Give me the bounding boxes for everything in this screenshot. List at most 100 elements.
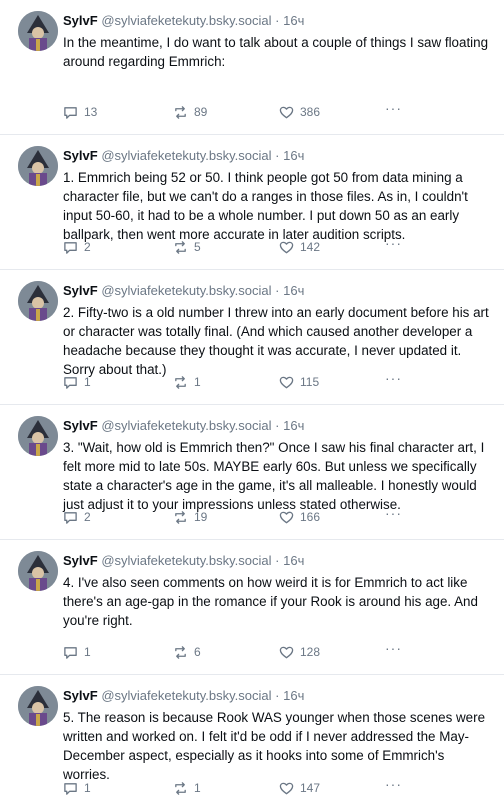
post[interactable]: SylvF @sylviafeketekuty.bsky.social · 16…: [0, 135, 504, 270]
like-count: 386: [300, 105, 321, 119]
author-name[interactable]: SylvF: [63, 418, 98, 433]
more-icon: ···: [385, 370, 402, 386]
post-text: In the meantime, I do want to talk about…: [63, 35, 489, 69]
more-icon: ···: [385, 100, 402, 116]
heart-icon: [279, 241, 294, 253]
post[interactable]: SylvF @sylviafeketekuty.bsky.social · 16…: [0, 405, 504, 540]
post-actions: 1 1 115 ···: [63, 370, 403, 390]
reply-count: 1: [84, 781, 91, 795]
more-icon: ···: [385, 640, 402, 656]
author-name[interactable]: SylvF: [63, 148, 98, 163]
post[interactable]: SylvF @sylviafeketekuty.bsky.social · 16…: [0, 270, 504, 405]
repost-button[interactable]: 6: [173, 644, 201, 660]
avatar[interactable]: [18, 686, 58, 726]
like-count: 142: [300, 240, 321, 254]
post[interactable]: SylvF @sylviafeketekuty.bsky.social · 16…: [0, 540, 504, 675]
avatar[interactable]: [18, 11, 58, 51]
repost-count: 5: [194, 240, 201, 254]
repost-button[interactable]: 5: [173, 239, 201, 255]
post[interactable]: SylvF @sylviafeketekuty.bsky.social · 16…: [0, 675, 504, 810]
repost-icon: [175, 781, 186, 795]
repost-button[interactable]: 1: [173, 374, 201, 390]
avatar[interactable]: [18, 551, 58, 591]
post-header: SylvF @sylviafeketekuty.bsky.social · 16…: [63, 282, 304, 299]
more-button[interactable]: ···: [385, 370, 402, 386]
timestamp[interactable]: 16ч: [283, 418, 304, 433]
more-button[interactable]: ···: [385, 235, 402, 251]
more-button[interactable]: ···: [385, 640, 402, 656]
author-name[interactable]: SylvF: [63, 13, 98, 28]
repost-count: 6: [194, 645, 201, 659]
author-handle[interactable]: @sylviafeketekuty.bsky.social: [101, 688, 271, 703]
reply-count: 1: [84, 645, 91, 659]
author-handle[interactable]: @sylviafeketekuty.bsky.social: [101, 148, 271, 163]
repost-button[interactable]: 89: [173, 104, 207, 120]
avatar[interactable]: [18, 281, 58, 321]
heart-icon: [279, 511, 294, 523]
more-icon: ···: [385, 776, 402, 792]
separator: ·: [275, 418, 280, 433]
heart-icon: [279, 646, 294, 658]
like-button[interactable]: 142: [279, 239, 320, 255]
post-actions: 1 1 147 ···: [63, 776, 403, 796]
author-handle[interactable]: @sylviafeketekuty.bsky.social: [101, 553, 271, 568]
timestamp[interactable]: 16ч: [283, 13, 304, 28]
reply-icon: [64, 376, 77, 389]
repost-count: 19: [194, 510, 208, 524]
reply-icon: [64, 241, 77, 254]
avatar[interactable]: [18, 416, 58, 456]
repost-count: 89: [194, 105, 208, 119]
author-name[interactable]: SylvF: [63, 553, 98, 568]
author-handle[interactable]: @sylviafeketekuty.bsky.social: [101, 283, 271, 298]
timestamp[interactable]: 16ч: [283, 688, 304, 703]
author-name[interactable]: SylvF: [63, 688, 98, 703]
like-button[interactable]: 147: [279, 780, 320, 796]
more-button[interactable]: ···: [385, 100, 402, 116]
post-actions: 13 89 386 ···: [63, 100, 403, 120]
author-handle[interactable]: @sylviafeketekuty.bsky.social: [101, 13, 271, 28]
repost-icon: [175, 510, 186, 524]
reply-button[interactable]: 2: [63, 509, 91, 525]
post-header: SylvF @sylviafeketekuty.bsky.social · 16…: [63, 147, 304, 164]
post-text: 5. The reason is because Rook WAS younge…: [63, 710, 486, 782]
like-count: 115: [300, 375, 320, 389]
post-header: SylvF @sylviafeketekuty.bsky.social · 16…: [63, 417, 304, 434]
reply-button[interactable]: 13: [63, 104, 97, 120]
timestamp[interactable]: 16ч: [283, 283, 304, 298]
reply-button[interactable]: 1: [63, 374, 91, 390]
author-handle[interactable]: @sylviafeketekuty.bsky.social: [101, 418, 271, 433]
like-button[interactable]: 128: [279, 644, 320, 660]
timestamp[interactable]: 16ч: [283, 148, 304, 163]
repost-button[interactable]: 19: [173, 509, 207, 525]
like-button[interactable]: 386: [279, 104, 320, 120]
like-button[interactable]: 166: [279, 509, 320, 525]
post[interactable]: SylvF @sylviafeketekuty.bsky.social · 16…: [0, 0, 504, 135]
reply-count: 2: [84, 510, 91, 524]
reply-icon: [64, 646, 77, 659]
post-text: 4. I've also seen comments on how weird …: [63, 575, 478, 628]
separator: ·: [275, 553, 280, 568]
more-icon: ···: [385, 235, 402, 251]
reply-count: 1: [84, 375, 91, 389]
like-button[interactable]: 115: [279, 374, 319, 390]
author-name[interactable]: SylvF: [63, 283, 98, 298]
post-actions: 2 5 142 ···: [63, 235, 403, 255]
repost-button[interactable]: 1: [173, 780, 201, 796]
heart-icon: [279, 376, 294, 388]
like-count: 166: [300, 510, 321, 524]
post-actions: 2 19 166 ···: [63, 505, 403, 525]
reply-icon: [64, 782, 77, 795]
more-icon: ···: [385, 505, 402, 521]
reply-button[interactable]: 2: [63, 239, 91, 255]
repost-icon: [175, 645, 186, 659]
separator: ·: [275, 13, 280, 28]
repost-icon: [175, 240, 186, 254]
timestamp[interactable]: 16ч: [283, 553, 304, 568]
reply-button[interactable]: 1: [63, 780, 91, 796]
separator: ·: [275, 283, 280, 298]
reply-button[interactable]: 1: [63, 644, 91, 660]
more-button[interactable]: ···: [385, 505, 402, 521]
post-header: SylvF @sylviafeketekuty.bsky.social · 16…: [63, 552, 304, 569]
more-button[interactable]: ···: [385, 776, 402, 792]
avatar[interactable]: [18, 146, 58, 186]
